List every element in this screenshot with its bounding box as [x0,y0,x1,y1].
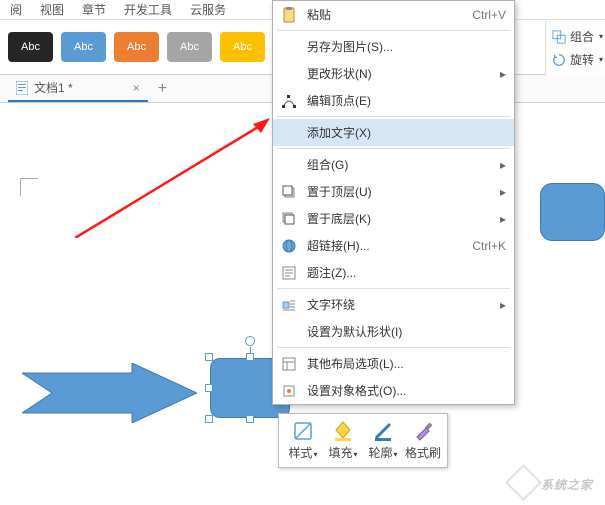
menu-item[interactable]: 超链接(H)... Ctrl+K [273,232,514,259]
annotation-arrow [75,118,270,238]
menu-separator [277,148,510,149]
rotate-icon [552,53,566,67]
menu-separator [277,30,510,31]
menu-item-label: 题注(Z)... [307,264,506,281]
outline-button[interactable]: 轮廓▾ [363,418,403,463]
blank-icon [281,157,297,173]
arrow-shape[interactable] [22,363,197,423]
shortcut-label: Ctrl+K [472,239,506,253]
document-tab[interactable]: 文档1 * × [8,75,148,102]
group-icon [552,30,566,44]
resize-handle[interactable] [205,415,213,423]
resize-handle[interactable] [205,353,213,361]
submenu-arrow-icon: ▸ [500,298,506,312]
menu-item-label: 超链接(H)... [307,237,462,254]
menu-item-label: 添加文字(X) [307,124,506,141]
wrap-icon [281,297,297,313]
menu-item[interactable]: 编辑顶点(E) [273,87,514,114]
menu-item[interactable]: 设置为默认形状(I) [273,318,514,345]
menu-separator [277,288,510,289]
submenu-arrow-icon: ▸ [500,67,506,81]
blank-icon [281,324,297,340]
menu-item[interactable]: 阅 [10,0,22,19]
brush-icon [412,420,434,442]
menu-item-label: 置于顶层(U) [307,183,490,200]
edit-points-icon [281,93,297,109]
menu-item-label: 更改形状(N) [307,65,490,82]
brush-button[interactable]: 格式刷 [403,418,443,463]
menu-item-label: 另存为图片(S)... [307,38,506,55]
menu-item-label: 编辑顶点(E) [307,92,506,109]
style-swatch[interactable]: Abc [61,32,106,62]
menu-item[interactable]: 开发工具 [124,0,172,19]
menu-item[interactable]: 章节 [82,0,106,19]
menu-item[interactable]: 题注(Z)... [273,259,514,286]
link-icon [281,238,297,254]
style-button[interactable]: 样式▾ [283,418,323,463]
menu-item[interactable]: 文字环绕 ▸ [273,291,514,318]
context-menu: 粘贴 Ctrl+V 另存为图片(S)... 更改形状(N) ▸ 编辑顶点(E) 添加文字(X… [272,0,515,405]
style-swatch[interactable]: Abc [8,32,53,62]
menu-item[interactable]: 设置对象格式(O)... [273,377,514,404]
submenu-arrow-icon: ▸ [500,185,506,199]
menu-item-label: 置于底层(K) [307,210,490,227]
menu-item[interactable]: 置于底层(K) ▸ [273,205,514,232]
menu-separator [277,116,510,117]
menu-item[interactable]: 视图 [40,0,64,19]
back-icon [281,211,297,227]
mini-button-label: 样式▾ [288,444,317,461]
doc-icon [16,81,28,95]
format-icon [281,383,297,399]
menu-item[interactable]: 云服务 [190,0,226,19]
caption-icon [281,265,297,281]
new-tab-button[interactable]: + [158,80,167,98]
blank-icon [281,39,297,55]
menu-item-label: 组合(G) [307,156,490,173]
menu-item-label: 其他布局选项(L)... [307,355,506,372]
fill-icon [332,420,354,442]
resize-handle[interactable] [246,415,254,423]
menu-item-label: 粘贴 [307,6,462,23]
paste-icon [281,7,297,23]
menu-item[interactable]: 组合(G) ▸ [273,151,514,178]
submenu-arrow-icon: ▸ [500,212,506,226]
menu-item[interactable]: 添加文字(X) [273,119,514,146]
menu-item[interactable]: 另存为图片(S)... [273,33,514,60]
shortcut-label: Ctrl+V [472,8,506,22]
submenu-arrow-icon: ▸ [500,158,506,172]
side-panel: 组合▾ 旋转▾ [545,20,605,76]
rotate-handle[interactable] [245,336,255,346]
resize-handle[interactable] [246,353,254,361]
mini-button-label: 轮廓▾ [368,444,397,461]
mini-button-label: 填充▾ [328,444,357,461]
menu-item[interactable]: 粘贴 Ctrl+V [273,1,514,28]
menu-item-label: 设置为默认形状(I) [307,323,506,340]
front-icon [281,184,297,200]
menu-item[interactable]: 其他布局选项(L)... [273,350,514,377]
rotate-button[interactable]: 旋转▾ [552,51,605,68]
document-tab-label: 文档1 * [34,79,73,96]
layout-icon [281,356,297,372]
style-swatch[interactable]: Abc [167,32,212,62]
resize-handle[interactable] [205,384,213,392]
style-icon [292,420,314,442]
blank-icon [281,66,297,82]
watermark: 系统之家 [509,471,593,497]
group-button[interactable]: 组合▾ [552,28,605,45]
menu-item-label: 文字环绕 [307,296,490,313]
mini-toolbar: 样式▾ 填充▾ 轮廓▾ 格式刷 [278,413,448,468]
close-icon[interactable]: × [133,81,140,95]
menu-item[interactable]: 置于顶层(U) ▸ [273,178,514,205]
menu-separator [277,347,510,348]
style-swatch[interactable]: Abc [220,32,265,62]
rounded-rect-shape[interactable] [540,183,605,241]
style-swatch[interactable]: Abc [114,32,159,62]
page-corner [20,178,38,196]
blank-icon [281,125,297,141]
outline-icon [372,420,394,442]
fill-button[interactable]: 填充▾ [323,418,363,463]
menu-item-label: 设置对象格式(O)... [307,382,506,399]
mini-button-label: 格式刷 [405,444,441,461]
menu-item[interactable]: 更改形状(N) ▸ [273,60,514,87]
